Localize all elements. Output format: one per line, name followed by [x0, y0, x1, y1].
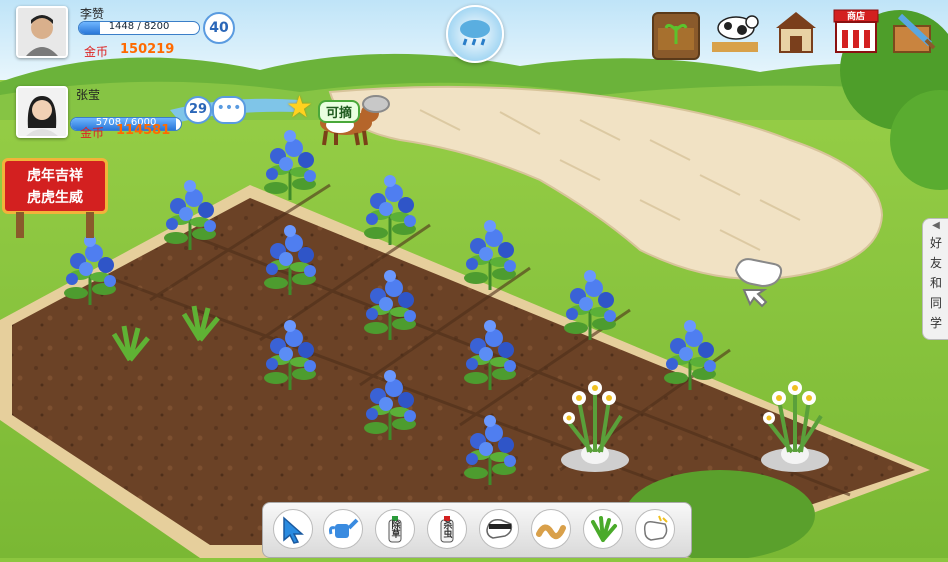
- pesticide-label: 杀虫: [441, 520, 452, 538]
- harvestable-badge[interactable]: 可摘: [318, 100, 361, 123]
- weather-rain-icon[interactable]: [446, 5, 504, 63]
- player-avatar-1[interactable]: [16, 6, 68, 58]
- shop-icon[interactable]: 商店: [832, 8, 880, 56]
- coin-label-2: 金币: [80, 126, 105, 140]
- new-year-banner[interactable]: 虎年吉祥 虎虎生威: [2, 158, 108, 214]
- herbicide-label: 除草: [389, 520, 400, 538]
- level-badge-2: 29: [184, 96, 212, 124]
- level-badge-1: 40: [203, 12, 235, 44]
- coin-value-2: 114581: [116, 123, 171, 138]
- hand-cursor-icon: [730, 250, 786, 310]
- side-tab-char: 和: [929, 276, 942, 290]
- shop-sign: 商店: [846, 12, 865, 22]
- banner-line-2: 虎虎生威: [27, 190, 83, 206]
- pointer-tool[interactable]: [273, 509, 313, 549]
- chat-bubble-icon[interactable]: •••: [212, 96, 246, 124]
- grass-icon: [591, 516, 617, 542]
- coin-value-1: 150219: [120, 42, 175, 57]
- banner-post: [86, 212, 94, 238]
- watering-can-icon: [329, 518, 359, 538]
- xp-text-1: 1448 / 8200: [108, 21, 170, 32]
- seed-bag-icon[interactable]: [652, 12, 700, 60]
- harvest-tool[interactable]: [635, 509, 675, 549]
- crop-field[interactable]: [0, 0, 948, 558]
- tool-bar: 除草 杀虫: [262, 502, 692, 558]
- player-avatar-2[interactable]: [16, 86, 68, 138]
- worm-icon: [536, 524, 566, 540]
- thief-glove-icon: [486, 518, 513, 539]
- grass-tool[interactable]: [583, 509, 623, 549]
- coin-label-1: 金币: [84, 45, 109, 59]
- side-tab-char: 好: [929, 236, 942, 250]
- crops: [62, 128, 831, 487]
- pesticide-tool[interactable]: 杀虫: [427, 509, 467, 549]
- xp-bar-1: 1448 / 8200: [78, 21, 200, 35]
- star-icon: ★: [286, 90, 313, 125]
- side-tab-char: 学: [929, 316, 942, 330]
- water-tool[interactable]: [323, 509, 363, 549]
- chevron-left-icon: ◀: [932, 220, 940, 231]
- decorate-brush-icon[interactable]: [890, 8, 938, 56]
- pointer-icon: [283, 516, 304, 544]
- steal-tool[interactable]: [479, 509, 519, 549]
- banner-line-1: 虎年吉祥: [27, 168, 83, 184]
- friends-classmates-tab[interactable]: ◀ 好 友 和 同 学: [922, 218, 948, 340]
- ranch-cow-icon[interactable]: [710, 8, 760, 56]
- side-tab-char: 同: [929, 296, 942, 310]
- player-name-2: 张莹: [76, 88, 101, 102]
- banner-post: [16, 212, 24, 238]
- warehouse-icon[interactable]: [772, 8, 820, 56]
- worm-tool[interactable]: [531, 509, 571, 549]
- harvest-hand-icon: [643, 515, 668, 541]
- player-name-1: 李赞: [80, 7, 105, 21]
- herbicide-tool[interactable]: 除草: [375, 509, 415, 549]
- dog-bowl-icon: [362, 95, 390, 113]
- side-tab-char: 友: [929, 256, 942, 270]
